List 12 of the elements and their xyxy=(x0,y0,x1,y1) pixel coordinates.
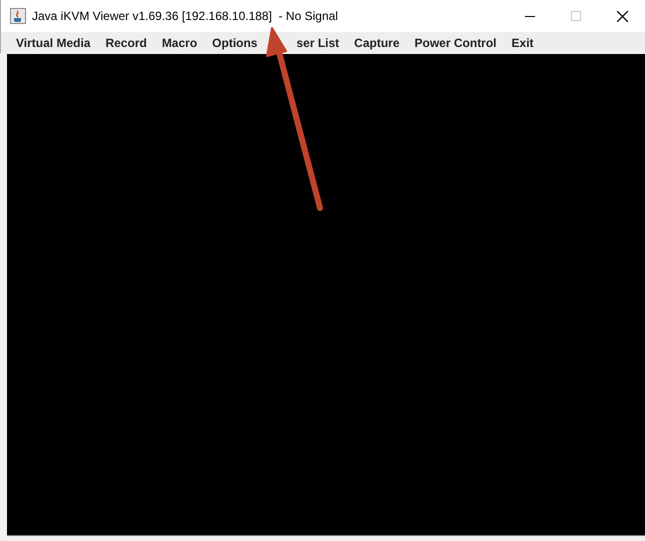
menu-item[interactable]: Macro xyxy=(162,34,198,52)
menu-item[interactable]: ser List xyxy=(296,34,340,52)
maximize-icon xyxy=(571,11,581,21)
close-icon xyxy=(616,10,628,22)
menu-item[interactable]: Power Control xyxy=(414,34,497,52)
menu-item[interactable]: Exit xyxy=(512,34,534,52)
menu-item[interactable]: Options xyxy=(212,34,258,52)
menu-item[interactable]: Capture xyxy=(354,34,400,52)
java-cup-icon xyxy=(10,8,26,24)
window-title: Java iKVM Viewer v1.69.36 [192.168.10.188] - No Signal xyxy=(32,8,338,25)
menu-item[interactable]: Virtual Media xyxy=(16,34,90,52)
menu-item[interactable]: Record xyxy=(105,34,147,52)
